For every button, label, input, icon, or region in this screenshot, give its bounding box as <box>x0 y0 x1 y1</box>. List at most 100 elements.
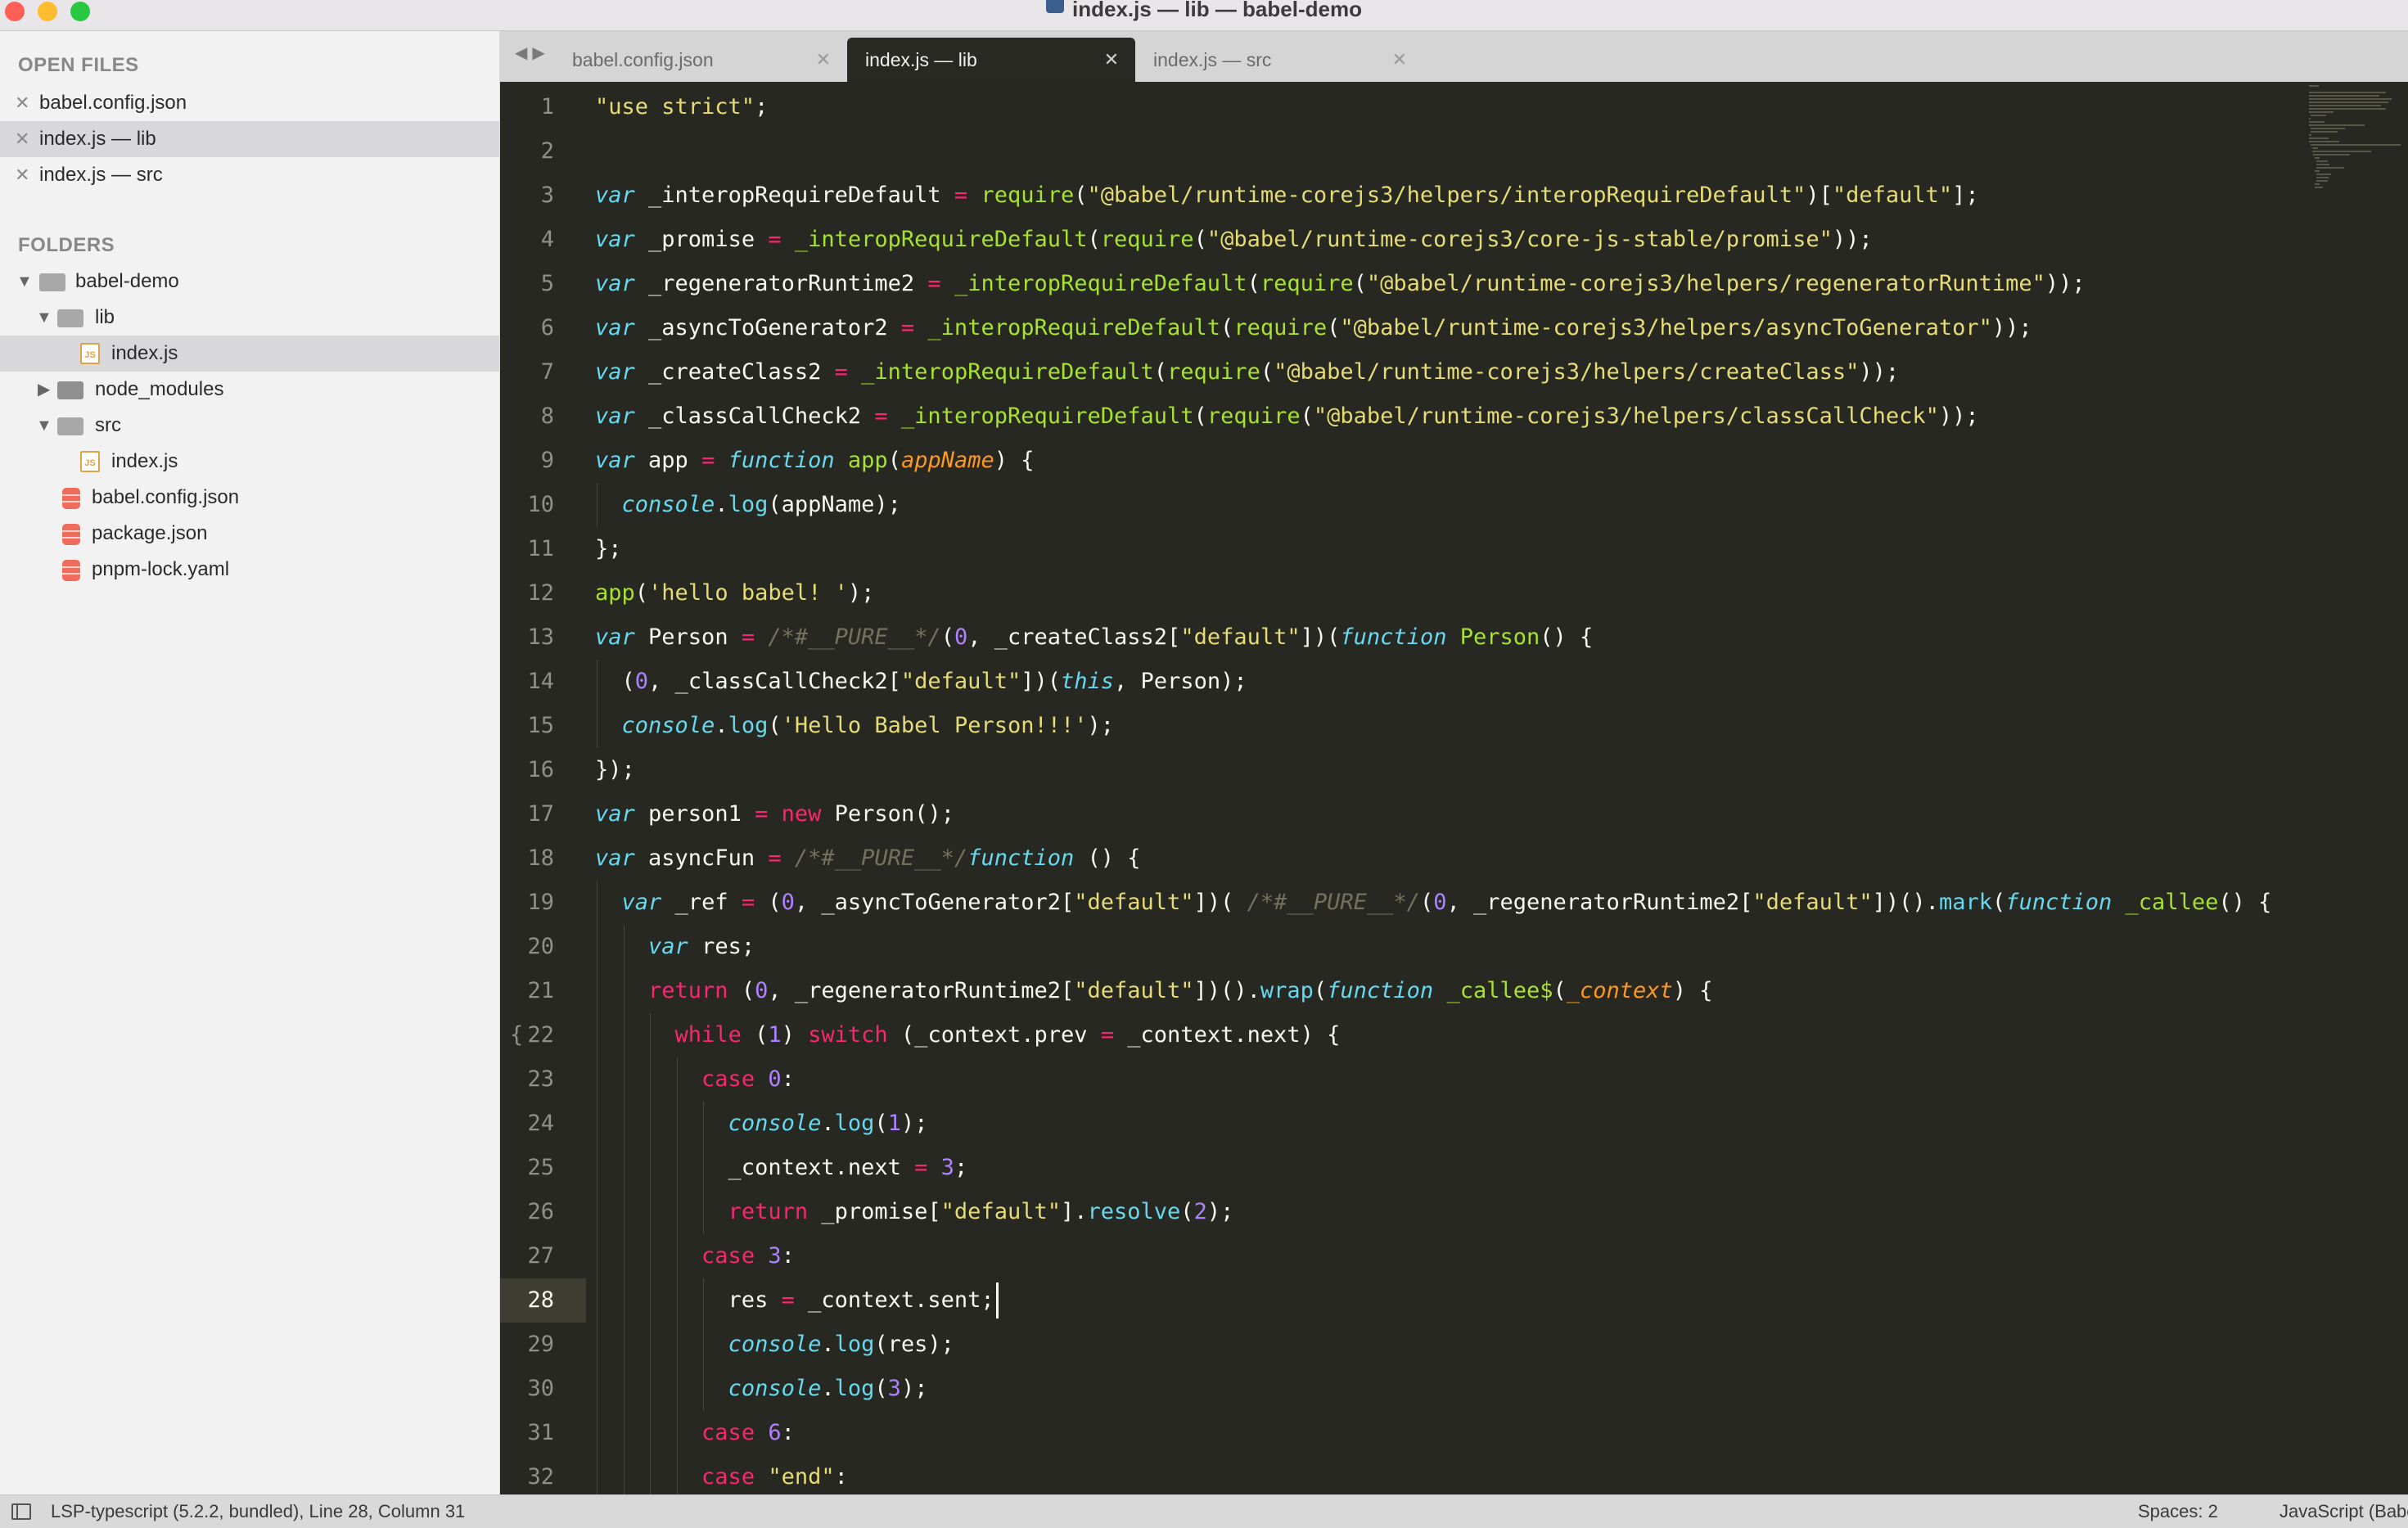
line-number: 25 <box>527 1155 554 1180</box>
minimap-line <box>2316 177 2329 178</box>
code-text: _context.next = 3; <box>595 1155 968 1180</box>
code-line[interactable]: 12 app('hello babel! '); <box>500 571 2301 615</box>
code-line[interactable]: 9 var app = function app(appName) { <box>500 439 2301 483</box>
open-file-item[interactable]: ✕ index.js — src <box>0 157 499 193</box>
code-line[interactable]: 1 "use strict"; <box>500 85 2301 129</box>
tab-index-lib[interactable]: index.js — lib ✕ <box>847 38 1135 82</box>
tree-folder-src[interactable]: ▼ src <box>0 408 499 444</box>
indent-guide <box>676 1278 678 1323</box>
code-line[interactable]: 4 var _promise = _interopRequireDefault(r… <box>500 218 2301 262</box>
code-line[interactable]: 3 var _interopRequireDefault = require("@… <box>500 174 2301 218</box>
code-line[interactable]: 17 var person1 = new Person(); <box>500 792 2301 836</box>
code-line[interactable]: 24 console.log(1); <box>500 1102 2301 1146</box>
minimap-line <box>2309 101 2389 103</box>
code-line[interactable]: 8 var _classCallCheck2 = _interopRequireD… <box>500 394 2301 439</box>
tree-item-label: node_modules <box>95 378 224 400</box>
tab-index-src[interactable]: index.js — src ✕ <box>1135 38 1423 82</box>
tree-file-package-json[interactable]: package.json <box>0 516 499 552</box>
minimap[interactable] <box>2309 85 2404 232</box>
indent-guide <box>676 1455 678 1494</box>
folder-icon <box>57 417 83 435</box>
tab-babel-config[interactable]: babel.config.json ✕ <box>554 38 847 82</box>
code-line[interactable]: 28 res = _context.sent; <box>500 1278 2301 1323</box>
code-text: var _classCallCheck2 = _interopRequireDe… <box>595 403 1979 429</box>
minimap-line <box>2316 174 2331 175</box>
code-line[interactable]: 32 case "end": <box>500 1455 2301 1494</box>
open-file-item[interactable]: ✕ index.js — lib <box>0 121 499 157</box>
close-icon[interactable]: ✕ <box>1104 38 1119 82</box>
code-line[interactable]: 13 var Person = /*#__PURE__*/(0, _createC… <box>500 615 2301 660</box>
code-line[interactable]: 5 var _regeneratorRuntime2 = _interopRequ… <box>500 262 2301 306</box>
tree-file-pnpm-lock[interactable]: pnpm-lock.yaml <box>0 552 499 588</box>
folder-icon <box>57 309 83 327</box>
indent-guide <box>650 1057 651 1102</box>
code-line[interactable]: 21 return (0, _regeneratorRuntime2["defa… <box>500 969 2301 1013</box>
minimap-line <box>2310 131 2338 133</box>
indent-guide <box>650 1013 651 1057</box>
indent-guide <box>676 1190 678 1234</box>
code-line[interactable]: 15 console.log('Hello Babel Person!!!'); <box>500 704 2301 748</box>
tree-folder-babel-demo[interactable]: ▼ babel-demo <box>0 264 499 300</box>
disclosure-triangle-icon[interactable]: ▼ <box>16 264 33 300</box>
code-line[interactable]: 22{ while (1) switch (_context.prev = _c… <box>500 1013 2301 1057</box>
indent-guide <box>703 1278 704 1323</box>
close-icon[interactable]: ✕ <box>15 157 29 193</box>
tree-file-lib-index[interactable]: JS index.js <box>0 336 499 372</box>
indent-guide <box>650 1146 651 1190</box>
code-line[interactable]: 31 case 6: <box>500 1411 2301 1455</box>
indent-guide <box>676 1057 678 1102</box>
nav-arrows-icon[interactable]: ◀▶ <box>515 43 550 63</box>
tree-folder-node-modules[interactable]: ▶ node_modules <box>0 372 499 408</box>
tree-file-babel-config[interactable]: babel.config.json <box>0 480 499 516</box>
open-file-item[interactable]: ✕ babel.config.json <box>0 85 499 121</box>
code-line[interactable]: 18 var asyncFun = /*#__PURE__*/function (… <box>500 836 2301 881</box>
close-icon[interactable]: ✕ <box>15 85 29 121</box>
minimap-line <box>2309 105 2382 106</box>
code-text: (0, _classCallCheck2["default"])(this, P… <box>595 669 1247 694</box>
code-line[interactable]: 2 <box>500 129 2301 174</box>
sidebar-toggle-icon[interactable] <box>11 1503 31 1520</box>
syntax-status[interactable]: JavaScript (Babel) <box>2279 1495 2408 1528</box>
fold-marker-icon[interactable]: { <box>510 1013 523 1057</box>
close-icon[interactable]: ✕ <box>15 121 29 157</box>
line-number: 28 <box>527 1287 554 1313</box>
indent-guide <box>676 1102 678 1146</box>
code-line[interactable]: 27 case 3: <box>500 1234 2301 1278</box>
code-line[interactable]: 7 var _createClass2 = _interopRequireDefa… <box>500 350 2301 394</box>
code-line[interactable]: 23 case 0: <box>500 1057 2301 1102</box>
code-line[interactable]: 26 return _promise["default"].resolve(2)… <box>500 1190 2301 1234</box>
code-line[interactable]: 10 console.log(appName); <box>500 483 2301 527</box>
code-line[interactable]: 25 _context.next = 3; <box>500 1146 2301 1190</box>
indent-guide <box>703 1367 704 1411</box>
disclosure-triangle-icon[interactable]: ▼ <box>36 408 52 444</box>
code-editor[interactable]: 1 "use strict"; 2 3 var _interopRequireDefau… <box>500 82 2408 1494</box>
close-icon[interactable]: ✕ <box>1392 38 1407 82</box>
indentation-status[interactable]: Spaces: 2 <box>2138 1495 2218 1528</box>
code-line[interactable]: 19 var _ref = (0, _asyncToGenerator2["de… <box>500 881 2301 925</box>
title-bar: index.js — lib — babel-demo <box>0 0 2408 31</box>
minimap-line <box>2309 137 2329 139</box>
code-line[interactable]: 11}; <box>500 527 2301 571</box>
line-number: 13 <box>527 624 554 650</box>
code-line[interactable]: 29 console.log(res); <box>500 1323 2301 1367</box>
minimap-line <box>2310 115 2326 116</box>
folder-icon <box>57 381 83 399</box>
indent-guide <box>623 1278 625 1323</box>
line-number: 18 <box>527 845 554 871</box>
tree-file-src-index[interactable]: JS index.js <box>0 444 499 480</box>
code-text: var Person = /*#__PURE__*/(0, _createCla… <box>595 624 1594 650</box>
code-text: var _ref = (0, _asyncToGenerator2["defau… <box>621 890 2272 915</box>
tree-folder-lib[interactable]: ▼ lib <box>0 300 499 336</box>
code-line[interactable]: 16}); <box>500 748 2301 792</box>
indent-guide <box>623 1190 625 1234</box>
code-line[interactable]: 6 var _asyncToGenerator2 = _interopRequir… <box>500 306 2301 350</box>
code-line[interactable]: 30 console.log(3); <box>500 1367 2301 1411</box>
indent-guide <box>676 1411 678 1455</box>
disclosure-triangle-icon[interactable]: ▶ <box>38 372 50 408</box>
line-number: 24 <box>527 1111 554 1136</box>
disclosure-triangle-icon[interactable]: ▼ <box>36 300 52 336</box>
minimap-line <box>2309 134 2311 136</box>
code-line[interactable]: 20 var res; <box>500 925 2301 969</box>
code-line[interactable]: 14 (0, _classCallCheck2["default"])(this… <box>500 660 2301 704</box>
close-icon[interactable]: ✕ <box>816 38 831 82</box>
